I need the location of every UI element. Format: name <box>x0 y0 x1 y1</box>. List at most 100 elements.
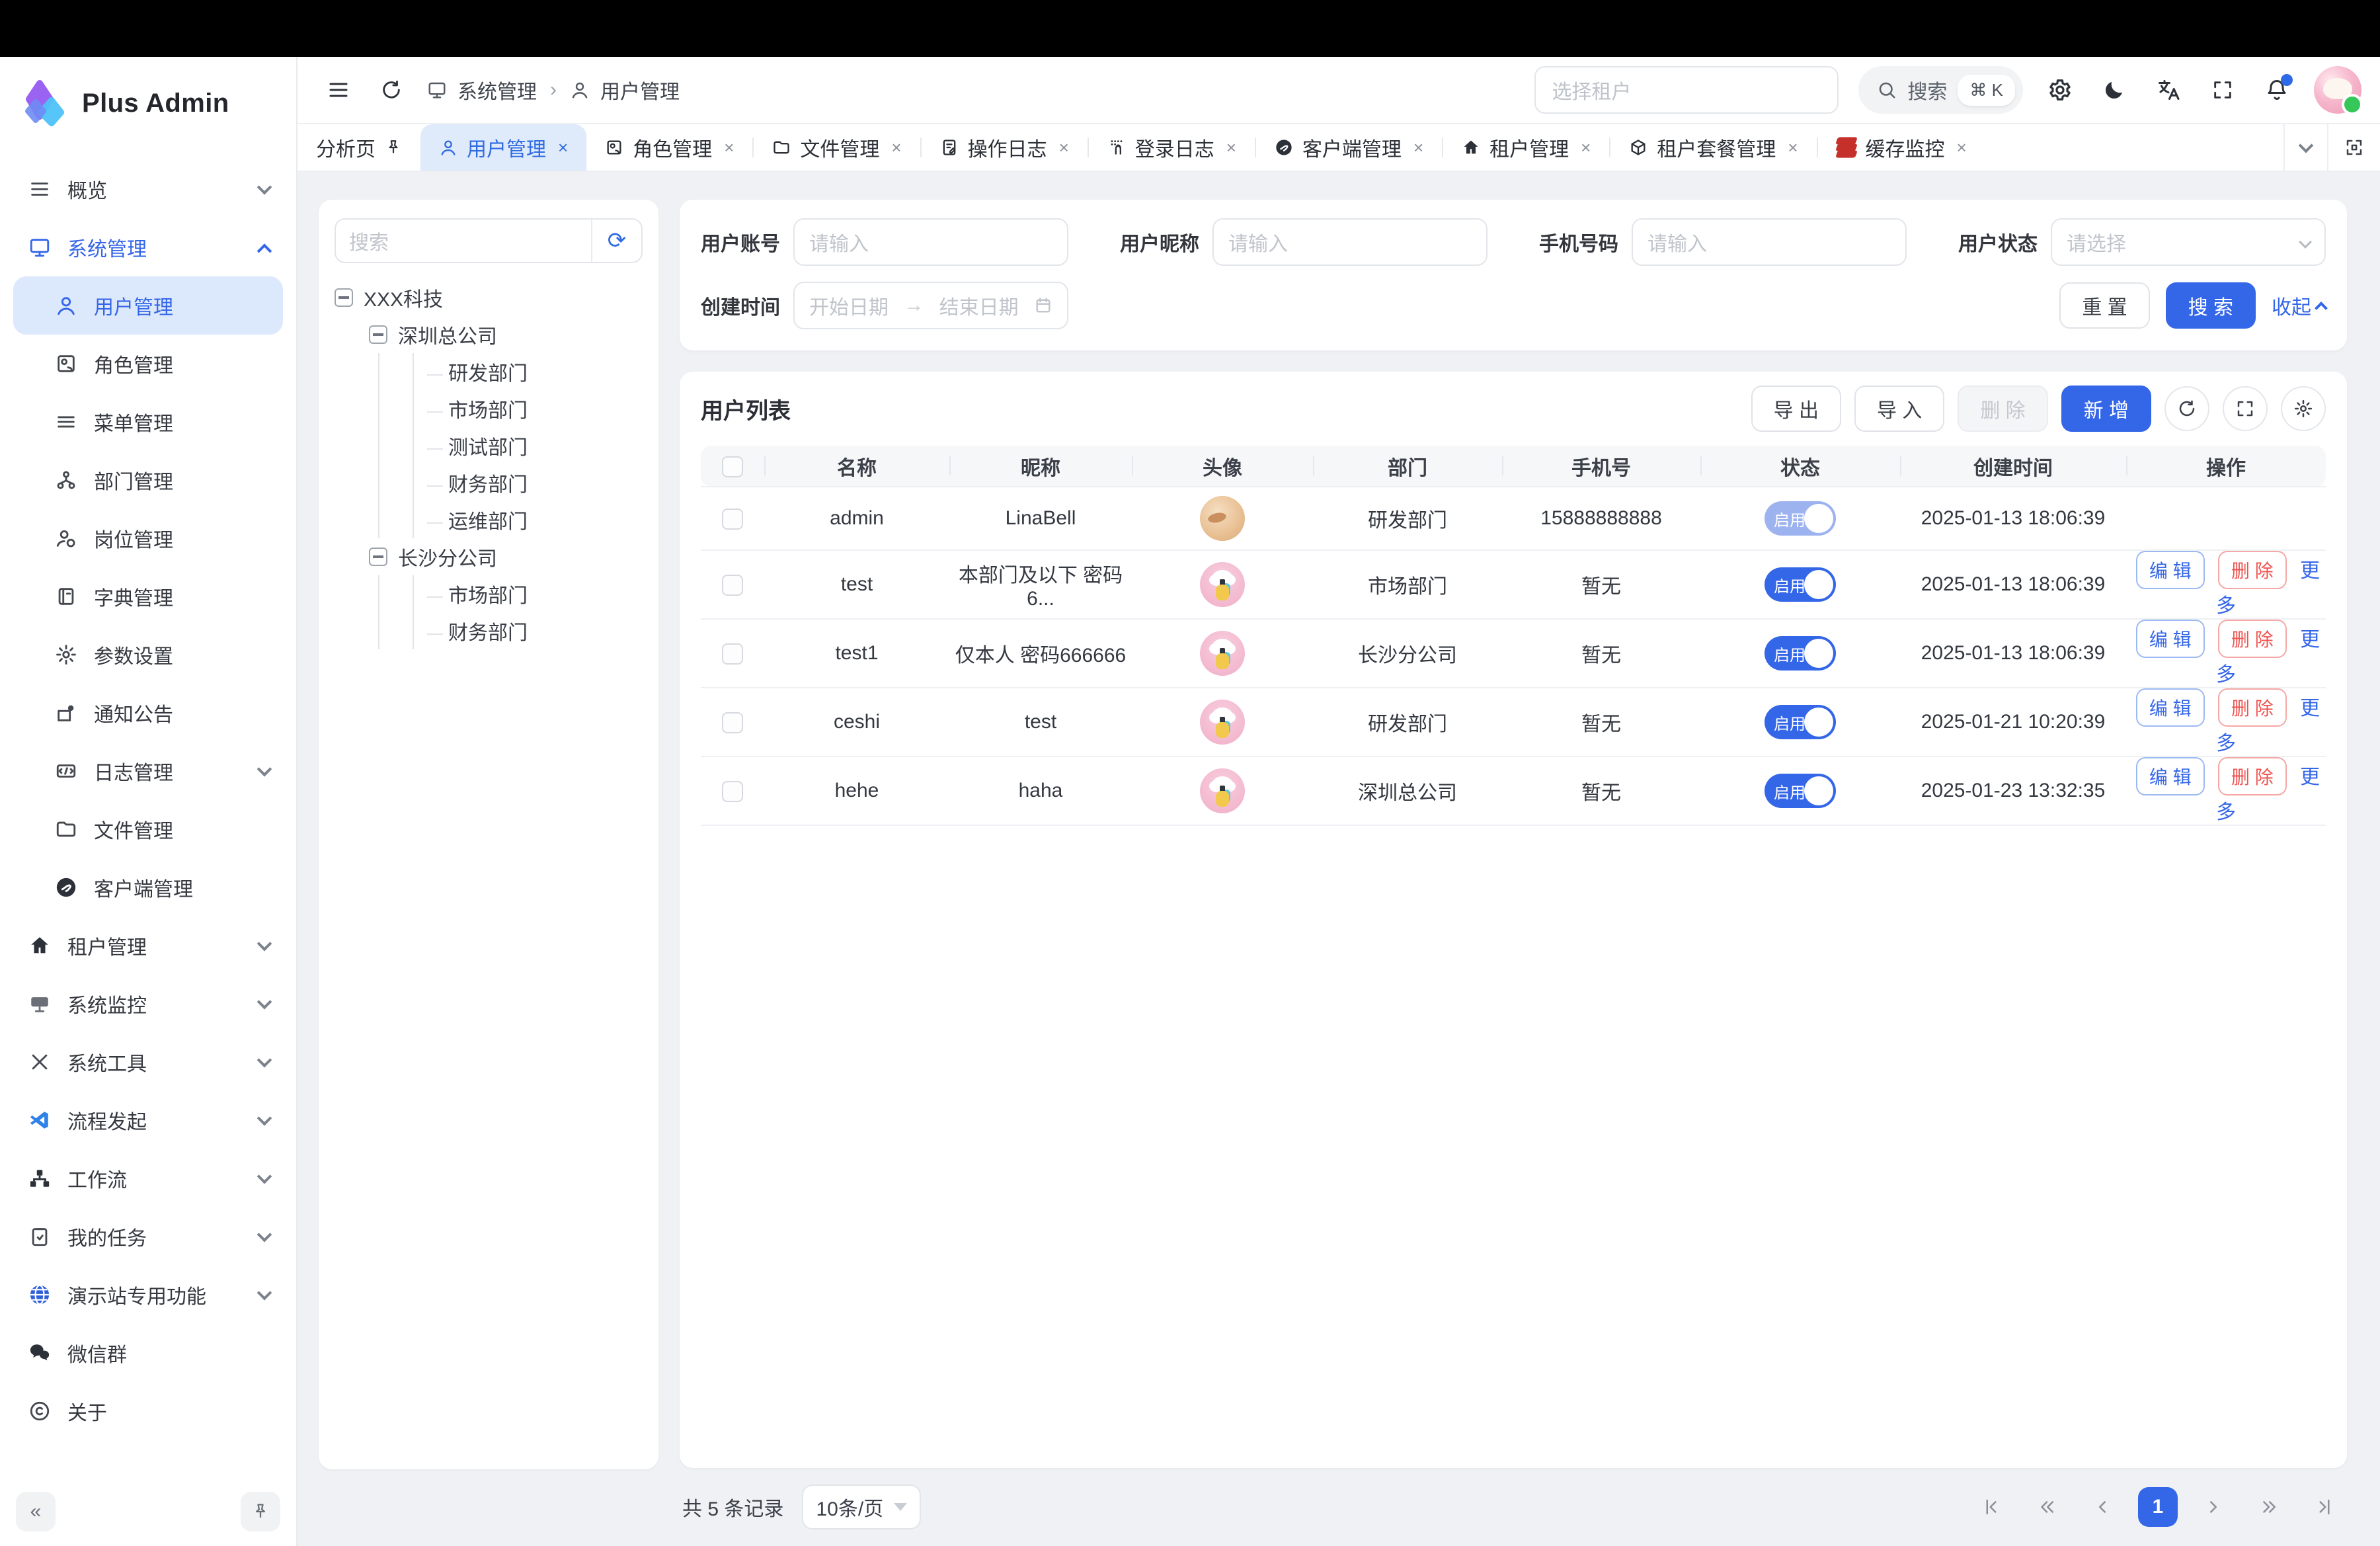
tree-node[interactable]: 运维部门 <box>335 501 643 538</box>
collapse-filter-link[interactable]: 收起 <box>2272 291 2326 320</box>
row-checkbox[interactable] <box>722 781 743 802</box>
edit-button[interactable]: 编 辑 <box>2136 620 2205 658</box>
status-toggle[interactable]: 启用 <box>1765 636 1836 671</box>
tab-tenant-management[interactable]: 租户管理 × <box>1443 124 1609 171</box>
sidebar-item-system-tools[interactable]: 系统工具 <box>13 1033 283 1091</box>
row-delete-button[interactable]: 删 除 <box>2218 757 2287 795</box>
tree-node[interactable]: 财务部门 <box>335 612 643 649</box>
tab-login-log[interactable]: 登录日志 × <box>1089 124 1255 171</box>
sidebar-item-param-settings[interactable]: 参数设置 <box>13 626 283 684</box>
sidebar-item-role-management[interactable]: 角色管理 <box>13 335 283 393</box>
content-fullscreen-button[interactable] <box>2327 124 2380 171</box>
search-button[interactable]: 搜 索 <box>2166 282 2256 329</box>
global-search[interactable]: 搜索 ⌘ K <box>1858 66 2023 114</box>
row-checkbox[interactable] <box>722 575 743 596</box>
user-avatar[interactable] <box>2314 66 2361 114</box>
dark-mode-moon-icon[interactable] <box>2097 78 2131 102</box>
current-page[interactable]: 1 <box>2138 1487 2178 1527</box>
breadcrumb-item-current[interactable]: 用户管理 <box>600 75 680 104</box>
sidebar-item-system-monitor[interactable]: 系统监控 <box>13 975 283 1033</box>
close-icon[interactable]: × <box>891 138 901 158</box>
page-size-select[interactable]: 10条/页 <box>802 1485 921 1529</box>
table-row[interactable]: test 本部门及以下 密码6... 市场部门 暂无 启用 2025-01-13… <box>701 550 2326 619</box>
table-row[interactable]: ceshi test 研发部门 暂无 启用 2025-01-21 10:20:3… <box>701 688 2326 756</box>
close-icon[interactable]: × <box>1788 138 1798 158</box>
sidebar-item-client-management[interactable]: 客户端管理 <box>13 858 283 916</box>
sidebar-item-my-tasks[interactable]: 我的任务 <box>13 1207 283 1266</box>
account-input[interactable]: 请输入 <box>793 218 1068 266</box>
tab-analysis[interactable]: 分析页 <box>298 124 420 171</box>
status-toggle[interactable]: 启用 <box>1765 774 1836 808</box>
sidebar-item-user-management[interactable]: 用户管理 <box>13 276 283 335</box>
tenant-select[interactable]: 选择租户 <box>1534 66 1839 114</box>
app-logo[interactable]: Plus Admin <box>0 57 296 142</box>
row-checkbox[interactable] <box>722 712 743 733</box>
tree-node[interactable]: 测试部门 <box>335 427 643 464</box>
sidebar-item-overview[interactable]: 概览 <box>13 160 283 218</box>
delete-button[interactable]: 删 除 <box>1958 386 2047 432</box>
tree-node[interactable]: 长沙分公司 <box>335 538 643 575</box>
reset-button[interactable]: 重 置 <box>2059 282 2149 329</box>
refresh-icon[interactable] <box>374 79 409 101</box>
table-settings-button[interactable] <box>2281 386 2326 431</box>
sidebar-item-dept-management[interactable]: 部门管理 <box>13 451 283 509</box>
table-row[interactable]: test1 仅本人 密码666666 长沙分公司 暂无 启用 2025-01-1… <box>701 619 2326 688</box>
status-toggle[interactable]: 启用 <box>1765 501 1836 536</box>
select-all-checkbox[interactable] <box>722 456 743 477</box>
sidebar-item-demo-features[interactable]: 演示站专用功能 <box>13 1266 283 1324</box>
sidebar-pin-button[interactable] <box>241 1492 280 1531</box>
fullscreen-icon[interactable] <box>2205 79 2240 101</box>
import-button[interactable]: 导 入 <box>1854 386 1944 432</box>
sidebar-item-log-management[interactable]: 日志管理 <box>13 742 283 800</box>
sidebar-item-system-management[interactable]: 系统管理 <box>13 218 283 276</box>
close-icon[interactable]: × <box>1413 138 1423 158</box>
sidebar-item-notice[interactable]: 通知公告 <box>13 684 283 742</box>
tree-node[interactable]: 财务部门 <box>335 464 643 501</box>
tab-file-management[interactable]: 文件管理 × <box>754 124 920 171</box>
table-row[interactable]: hehe haha 深圳总公司 暂无 启用 2025-01-23 13:32:3… <box>701 756 2326 825</box>
created-date-range[interactable]: 开始日期 → 结束日期 <box>793 282 1068 329</box>
collapse-box-icon[interactable] <box>369 548 387 566</box>
row-delete-button[interactable]: 删 除 <box>2218 551 2287 589</box>
row-delete-button[interactable]: 删 除 <box>2218 620 2287 658</box>
prev-page-button[interactable] <box>2082 1487 2122 1527</box>
nickname-input[interactable]: 请输入 <box>1212 218 1488 266</box>
first-page-button[interactable] <box>1971 1487 2011 1527</box>
sidebar-item-workflow[interactable]: 工作流 <box>13 1149 283 1207</box>
table-row[interactable]: admin LinaBell 研发部门 15888888888 启用 2025-… <box>701 487 2326 550</box>
collapse-box-icon[interactable] <box>369 325 387 344</box>
sidebar-item-tenant-management[interactable]: 租户管理 <box>13 916 283 975</box>
sidebar-collapse-button[interactable]: « <box>16 1492 56 1531</box>
tree-node[interactable]: 市场部门 <box>335 390 643 427</box>
collapse-box-icon[interactable] <box>335 288 353 307</box>
row-checkbox[interactable] <box>722 643 743 665</box>
sidebar-item-file-management[interactable]: 文件管理 <box>13 800 283 858</box>
hamburger-menu-icon[interactable] <box>321 78 356 102</box>
tree-refresh-button[interactable]: ⟳ <box>591 220 641 262</box>
settings-gear-icon[interactable] <box>2043 77 2077 102</box>
tab-operation-log[interactable]: 操作日志 × <box>922 124 1088 171</box>
next-page-button[interactable] <box>2194 1487 2233 1527</box>
close-icon[interactable]: × <box>1059 138 1069 158</box>
breadcrumb-item[interactable]: 系统管理 <box>457 75 537 104</box>
tree-node[interactable]: 市场部门 <box>335 575 643 612</box>
add-button[interactable]: 新 增 <box>2061 386 2151 432</box>
tab-dropdown-button[interactable] <box>2283 124 2327 171</box>
last-page-button[interactable] <box>2305 1487 2344 1527</box>
close-icon[interactable]: × <box>1581 138 1591 158</box>
close-icon[interactable]: × <box>558 138 568 158</box>
forward-pages-button[interactable] <box>2249 1487 2289 1527</box>
sidebar-item-menu-management[interactable]: 菜单管理 <box>13 393 283 451</box>
table-fullscreen-button[interactable] <box>2223 386 2268 431</box>
sidebar-item-dict-management[interactable]: 字典管理 <box>13 567 283 626</box>
tree-search-input[interactable]: 搜索 <box>336 220 591 262</box>
table-refresh-button[interactable] <box>2164 386 2209 431</box>
notification-bell-icon[interactable] <box>2260 78 2294 102</box>
language-translate-icon[interactable] <box>2151 78 2186 102</box>
tab-user-management[interactable]: 用户管理 × <box>420 124 586 171</box>
row-delete-button[interactable]: 删 除 <box>2218 688 2287 727</box>
close-icon[interactable]: × <box>724 138 734 158</box>
status-toggle[interactable]: 启用 <box>1765 705 1836 739</box>
tab-cache-monitor[interactable]: 缓存监控 × <box>1818 124 1985 171</box>
tab-tenant-package-management[interactable]: 租户套餐管理 × <box>1610 124 1816 171</box>
